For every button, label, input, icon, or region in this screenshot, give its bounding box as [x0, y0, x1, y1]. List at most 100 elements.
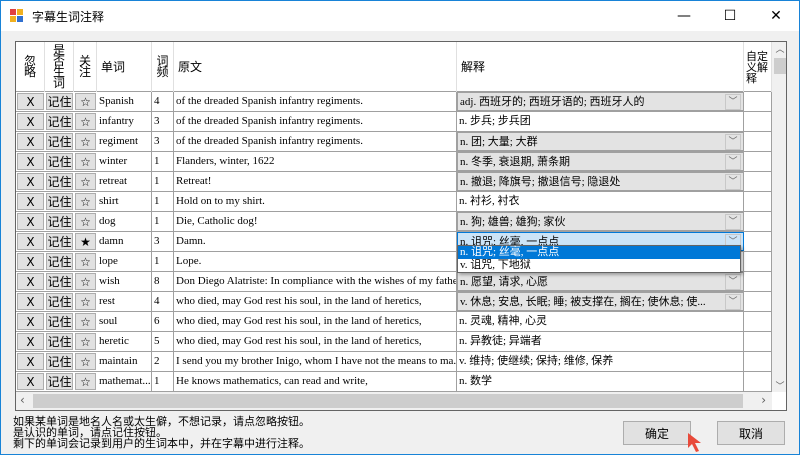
vertical-scrollbar[interactable]: ︿ ﹀: [772, 42, 786, 392]
ignore-button[interactable]: X: [17, 353, 44, 370]
ignore-button[interactable]: X: [17, 213, 44, 230]
ignore-button[interactable]: X: [17, 273, 44, 290]
ignore-button[interactable]: X: [17, 173, 44, 190]
remember-button[interactable]: 记住: [46, 293, 73, 310]
header-freq[interactable]: 词频: [152, 42, 174, 92]
remember-button[interactable]: 记住: [46, 153, 73, 170]
custom-meaning-cell[interactable]: [744, 352, 772, 371]
star-button[interactable]: ☆: [75, 293, 96, 310]
star-button[interactable]: ☆: [75, 373, 96, 390]
dropdown-option[interactable]: n. 诅咒; 丝毫, 一点点: [458, 246, 740, 259]
horizontal-scrollbar[interactable]: ‹ ›: [16, 392, 772, 410]
header-text[interactable]: 原文: [174, 42, 457, 92]
remember-button[interactable]: 记住: [46, 353, 73, 370]
star-button[interactable]: ☆: [75, 213, 96, 230]
star-button[interactable]: ☆: [75, 133, 96, 150]
ignore-button[interactable]: X: [17, 133, 44, 150]
chevron-down-icon[interactable]: ﹀: [725, 94, 741, 110]
remember-button[interactable]: 记住: [46, 313, 73, 330]
ignore-button[interactable]: X: [17, 253, 44, 270]
custom-meaning-cell[interactable]: [744, 212, 772, 231]
minimize-button[interactable]: —: [661, 1, 707, 31]
scroll-up-icon[interactable]: ︿: [772, 42, 786, 58]
remember-button[interactable]: 记住: [46, 113, 73, 130]
ignore-button[interactable]: X: [17, 233, 44, 250]
meaning-cell[interactable]: adj. 西班牙的; 西班牙语的; 西班牙人的 ﹀: [457, 92, 744, 111]
remember-button[interactable]: 记住: [46, 133, 73, 150]
scroll-left-icon[interactable]: ‹: [20, 393, 25, 407]
header-is-new[interactable]: 是否生词: [45, 42, 74, 92]
custom-meaning-cell[interactable]: [744, 152, 772, 171]
scroll-down-icon[interactable]: ﹀: [772, 379, 786, 392]
remember-button[interactable]: 记住: [46, 273, 73, 290]
header-ignore[interactable]: 忽略: [16, 42, 45, 92]
ignore-button[interactable]: X: [17, 93, 44, 110]
meaning-cell[interactable]: v. 维持; 使继续; 保持; 维修, 保养: [457, 352, 744, 371]
ignore-button[interactable]: X: [17, 153, 44, 170]
custom-meaning-cell[interactable]: [744, 172, 772, 191]
star-button[interactable]: ★: [75, 233, 96, 250]
header-word[interactable]: 单词: [97, 42, 152, 92]
star-button[interactable]: ☆: [75, 173, 96, 190]
ignore-button[interactable]: X: [17, 313, 44, 330]
header-follow[interactable]: 关注: [74, 42, 97, 92]
star-button[interactable]: ☆: [75, 93, 96, 110]
cancel-button[interactable]: 取消: [717, 421, 785, 445]
star-button[interactable]: ☆: [75, 313, 96, 330]
remember-button[interactable]: 记住: [46, 253, 73, 270]
star-button[interactable]: ☆: [75, 333, 96, 350]
remember-button[interactable]: 记住: [46, 213, 73, 230]
meaning-cell[interactable]: n. 异教徒; 异端者: [457, 332, 744, 351]
meaning-cell[interactable]: n. 灵魂, 精神, 心灵: [457, 312, 744, 331]
meaning-cell[interactable]: n. 冬季, 衰退期, 萧条期 ﹀: [457, 152, 744, 171]
ignore-button[interactable]: X: [17, 373, 44, 390]
ignore-button[interactable]: X: [17, 113, 44, 130]
close-button[interactable]: ✕: [753, 1, 799, 31]
chevron-down-icon[interactable]: ﹀: [725, 154, 741, 170]
star-button[interactable]: ☆: [75, 113, 96, 130]
meaning-cell[interactable]: n. 愿望, 请求, 心愿 ﹀: [457, 272, 744, 291]
star-button[interactable]: ☆: [75, 153, 96, 170]
remember-button[interactable]: 记住: [46, 193, 73, 210]
remember-button[interactable]: 记住: [46, 173, 73, 190]
star-button[interactable]: ☆: [75, 253, 96, 270]
dropdown-option[interactable]: v. 诅咒, 下地狱: [458, 259, 740, 272]
custom-meaning-cell[interactable]: [744, 332, 772, 351]
custom-meaning-cell[interactable]: [744, 132, 772, 151]
custom-meaning-cell[interactable]: [744, 232, 772, 251]
ok-button[interactable]: 确定: [623, 421, 691, 445]
star-button[interactable]: ☆: [75, 353, 96, 370]
meaning-cell[interactable]: v. 休息; 安息, 长眠; 睡; 被支撑在, 搁在; 使休息; 使... ﹀: [457, 292, 744, 311]
meaning-cell[interactable]: n. 撤退; 降旗号; 撤退信号; 隐退处 ﹀: [457, 172, 744, 191]
hscroll-thumb[interactable]: [33, 394, 743, 408]
remember-button[interactable]: 记住: [46, 373, 73, 390]
custom-meaning-cell[interactable]: [744, 312, 772, 331]
custom-meaning-cell[interactable]: [744, 192, 772, 211]
custom-meaning-cell[interactable]: [744, 372, 772, 391]
custom-meaning-cell[interactable]: [744, 252, 772, 271]
meaning-cell[interactable]: n. 狗; 雄兽; 雄狗; 家伙 ﹀: [457, 212, 744, 231]
custom-meaning-cell[interactable]: [744, 292, 772, 311]
chevron-down-icon[interactable]: ﹀: [725, 294, 741, 310]
chevron-down-icon[interactable]: ﹀: [725, 274, 741, 290]
header-meaning[interactable]: 解释: [457, 42, 744, 92]
chevron-down-icon[interactable]: ﹀: [725, 174, 741, 190]
star-button[interactable]: ☆: [75, 273, 96, 290]
scroll-thumb[interactable]: [774, 58, 786, 74]
remember-button[interactable]: 记住: [46, 233, 73, 250]
meaning-cell[interactable]: n. 团; 大量; 大群 ﹀: [457, 132, 744, 151]
custom-meaning-cell[interactable]: [744, 272, 772, 291]
ignore-button[interactable]: X: [17, 333, 44, 350]
chevron-down-icon[interactable]: ﹀: [725, 214, 741, 230]
scroll-right-icon[interactable]: ›: [761, 393, 766, 407]
meaning-cell[interactable]: n. 步兵; 步兵团: [457, 112, 744, 131]
ignore-button[interactable]: X: [17, 193, 44, 210]
custom-meaning-cell[interactable]: [744, 92, 772, 111]
star-button[interactable]: ☆: [75, 193, 96, 210]
remember-button[interactable]: 记住: [46, 333, 73, 350]
remember-button[interactable]: 记住: [46, 93, 73, 110]
chevron-down-icon[interactable]: ﹀: [725, 134, 741, 150]
ignore-button[interactable]: X: [17, 293, 44, 310]
custom-meaning-cell[interactable]: [744, 112, 772, 131]
maximize-button[interactable]: ☐: [707, 1, 753, 31]
